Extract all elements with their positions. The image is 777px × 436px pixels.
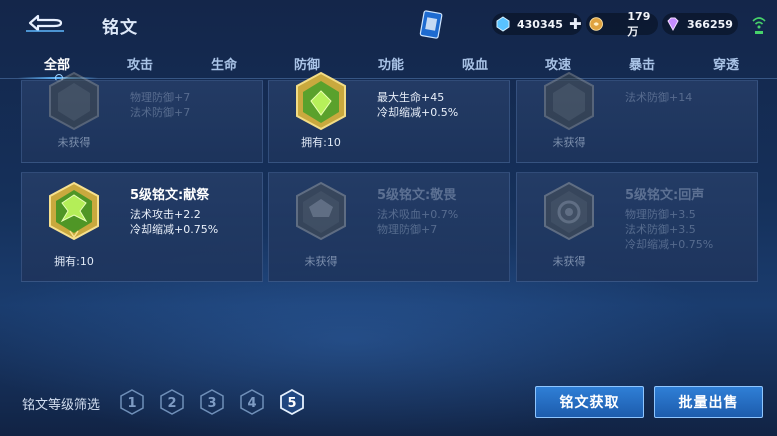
level-filter-1[interactable]: 1 (120, 389, 144, 415)
inscription-badge-icon (296, 71, 346, 131)
inscription-badge-icon (296, 181, 346, 241)
gem-currency: 366259 (662, 13, 738, 35)
card-stat: 法术防御+14 (625, 91, 693, 104)
gold-currency: 179万 (586, 10, 658, 38)
diamond-icon (496, 16, 510, 32)
card-stat: 物理防御+7 (377, 223, 438, 236)
tab-penetration[interactable]: 穿透 (713, 54, 739, 73)
owned-status: 未获得 (57, 136, 91, 149)
bulk-sell-button[interactable]: 批量出售 (654, 386, 763, 418)
back-arrow-icon[interactable] (24, 12, 66, 34)
category-tabs: 全部 攻击 生命 防御 功能 吸血 攻速 暴击 穿透 (0, 48, 777, 82)
inscription-card[interactable]: 法术防御+14 未获得 (516, 71, 758, 163)
level-filter-label: 铭文等级筛选 (22, 398, 101, 413)
owned-status: 拥有:10 (54, 255, 94, 268)
card-title: 5级铭文:回声 (625, 188, 705, 203)
inscription-badge-icon (544, 71, 594, 131)
owned-status: 未获得 (304, 255, 338, 268)
level-filter-5[interactable]: 5 (280, 389, 304, 415)
tab-lifesteal[interactable]: 吸血 (462, 54, 488, 73)
get-inscription-button[interactable]: 铭文获取 (535, 386, 644, 418)
card-stat: 法术攻击+2.2 (130, 208, 201, 221)
card-stat: 法术防御+3.5 (625, 223, 696, 236)
top-bar: 铭文 430345 ✚ 179万 366259 (0, 0, 777, 50)
inscription-card-icon[interactable] (418, 10, 444, 40)
tab-function[interactable]: 功能 (378, 54, 404, 73)
owned-status: 未获得 (552, 255, 586, 268)
card-stat: 物理防御+7 (130, 91, 191, 104)
card-stat: 最大生命+45 (377, 91, 445, 104)
tab-attack[interactable]: 攻击 (127, 54, 153, 73)
card-stat: 冷却缩减+0.75% (625, 238, 714, 251)
gold-amount: 179万 (627, 9, 651, 38)
level-number: 3 (207, 396, 216, 411)
diamond-currency: 430345 ✚ (492, 13, 582, 35)
inscription-badge-icon (544, 181, 594, 241)
card-stat: 法术防御+7 (130, 106, 191, 119)
card-stat: 冷却缩减+0.5% (377, 106, 459, 119)
level-filter-3[interactable]: 3 (200, 389, 224, 415)
owned-status: 未获得 (552, 136, 586, 149)
inscription-badge-icon (49, 181, 99, 241)
card-stat: 冷却缩减+0.75% (130, 223, 219, 236)
add-currency-icon[interactable]: ✚ (569, 16, 582, 32)
inscription-card[interactable]: 物理防御+7 法术防御+7 未获得 (21, 71, 263, 163)
gold-coin-icon (589, 17, 603, 31)
tab-divider (0, 78, 777, 79)
level-number: 5 (287, 396, 296, 411)
tab-health[interactable]: 生命 (211, 54, 237, 73)
diamond-amount: 430345 (517, 17, 563, 31)
level-number: 4 (247, 396, 256, 411)
gem-amount: 366259 (687, 17, 733, 31)
inscription-badge-icon (49, 71, 99, 131)
level-number: 1 (127, 396, 136, 411)
card-stat: 物理防御+3.5 (625, 208, 696, 221)
level-filter-2[interactable]: 2 (160, 389, 184, 415)
level-number: 2 (167, 396, 176, 411)
inscription-card[interactable]: 最大生命+45 冷却缩减+0.5% 拥有:10 (268, 71, 510, 163)
wifi-icon (752, 17, 766, 34)
inscription-card[interactable]: 5级铭文:敬畏 法术吸血+0.7% 物理防御+7 未获得 (268, 172, 510, 282)
level-filter-4[interactable]: 4 (240, 389, 264, 415)
owned-status: 拥有:10 (301, 136, 341, 149)
gem-icon (667, 17, 679, 32)
tab-critical[interactable]: 暴击 (629, 54, 655, 73)
card-stat: 法术吸血+0.7% (377, 208, 459, 221)
page-title: 铭文 (102, 18, 138, 38)
inscription-card[interactable]: 5级铭文:献祭 法术攻击+2.2 冷却缩减+0.75% 拥有:10 (21, 172, 263, 282)
inscription-card[interactable]: 5级铭文:回声 物理防御+3.5 法术防御+3.5 冷却缩减+0.75% 未获得 (516, 172, 758, 282)
card-title: 5级铭文:献祭 (130, 188, 210, 203)
card-title: 5级铭文:敬畏 (377, 188, 457, 203)
